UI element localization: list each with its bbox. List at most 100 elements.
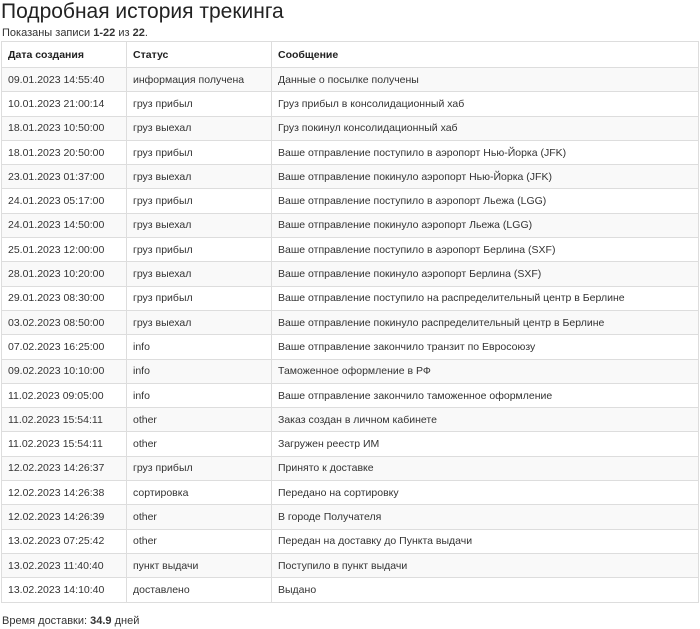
cell-date: 09.01.2023 14:55:40 xyxy=(1,66,127,93)
cell-date: 13.02.2023 11:40:40 xyxy=(1,552,127,579)
cell-status: other xyxy=(126,407,272,433)
cell-message: Груз покинул консолидационный хаб xyxy=(271,115,699,141)
cell-date: 29.01.2023 08:30:00 xyxy=(1,285,127,311)
cell-status: груз прибыл xyxy=(126,139,272,166)
cell-message: Ваше отправление закончило таможенное оф… xyxy=(271,382,699,409)
cell-status: груз выехал xyxy=(126,212,272,239)
cell-date: 23.01.2023 01:37:00 xyxy=(1,164,127,190)
table-row: 18.01.2023 10:50:00 груз выехал Груз покин… xyxy=(1,115,699,141)
cell-message: Ваше отправление поступило в аэропорт Нь… xyxy=(271,139,699,166)
cell-status: груз прибыл xyxy=(126,91,272,117)
cell-message: В городе Получателя xyxy=(271,504,699,530)
cell-status: info xyxy=(126,358,272,384)
table-row: 13.02.2023 14:10:40 доставлено Выдано xyxy=(1,577,699,603)
summary-middle: из xyxy=(115,27,133,39)
tracking-history-table: Дата создания Статус Сообщение 09.01.202… xyxy=(1,41,699,603)
summary-prefix: Показаны записи xyxy=(2,27,94,39)
table-row: 25.01.2023 12:00:00 груз прибыл Ваше отпра… xyxy=(1,237,699,263)
cell-status: other xyxy=(126,504,272,530)
table-row: 24.01.2023 14:50:00 груз выехал Ваше отпра… xyxy=(1,212,699,239)
cell-status: груз прибыл xyxy=(126,188,272,214)
summary-range: 1-22 xyxy=(93,27,116,39)
cell-status: груз прибыл xyxy=(126,285,272,311)
page-title: Подробная история трекинга xyxy=(1,0,284,23)
cell-status: info xyxy=(126,382,272,409)
cell-status: информация получена xyxy=(126,66,272,93)
cell-date: 13.02.2023 14:10:40 xyxy=(1,577,127,603)
cell-date: 13.02.2023 07:25:42 xyxy=(1,528,127,554)
records-summary: Показаны записи 1-22 из 22. xyxy=(0,26,700,41)
table-row: 03.02.2023 08:50:00 груз выехал Ваше отпра… xyxy=(1,309,699,336)
summary-suffix: . xyxy=(144,27,148,39)
cell-message: Таможенное оформление в РФ xyxy=(271,358,699,384)
cell-status: груз выехал xyxy=(126,164,272,190)
cell-message: Ваше отправление покинуло аэропорт Нью-Й… xyxy=(271,164,699,190)
table-row: 11.02.2023 15:54:11 other Заказ создан в л… xyxy=(1,407,699,433)
table-row: 29.01.2023 08:30:00 груз прибыл Ваше отпра… xyxy=(1,285,699,311)
column-header-date: Дата создания xyxy=(1,41,127,68)
cell-message: Выдано xyxy=(271,577,699,603)
table-row: 12.02.2023 14:26:39 other В городе Получат… xyxy=(1,504,699,530)
cell-status: груз выехал xyxy=(126,115,272,141)
table-row: 11.02.2023 09:05:00 info Ваше отправление … xyxy=(1,382,699,409)
cell-date: 12.02.2023 14:26:37 xyxy=(1,455,127,482)
table-row: 23.01.2023 01:37:00 груз выехал Ваше отпра… xyxy=(1,164,699,190)
cell-date: 11.02.2023 15:54:11 xyxy=(1,407,127,433)
cell-date: 03.02.2023 08:50:00 xyxy=(1,309,127,336)
cell-status: сортировка xyxy=(126,480,272,506)
cell-status: доставлено xyxy=(126,577,272,603)
cell-message: Ваше отправление закончило транзит по Ев… xyxy=(271,334,699,360)
cell-message: Ваше отправление покинуло распределитель… xyxy=(271,309,699,336)
tracking-history-page: Подробная история трекинга Показаны запи… xyxy=(0,0,700,603)
cell-date: 18.01.2023 10:50:00 xyxy=(1,115,127,141)
cell-message: Передан на доставку до Пункта выдачи xyxy=(271,528,699,554)
cell-status: груз прибыл xyxy=(126,455,272,482)
table-body: 09.01.2023 14:55:40 информация получена Да… xyxy=(1,66,699,603)
cell-status: other xyxy=(126,528,272,554)
cell-date: 11.02.2023 15:54:11 xyxy=(1,431,127,457)
cell-status: info xyxy=(126,334,272,360)
table-row: 09.02.2023 10:10:00 info Таможенное оформл… xyxy=(1,358,699,384)
table-row: 13.02.2023 11:40:40 пункт выдачи Поступило… xyxy=(1,552,699,579)
cell-status: other xyxy=(126,431,272,457)
column-header-status: Статус xyxy=(126,41,272,68)
delivery-time-unit: дней xyxy=(111,615,140,627)
table-row: 11.02.2023 15:54:11 other Загружен реестр … xyxy=(1,431,699,457)
cell-status: пункт выдачи xyxy=(126,552,272,579)
delivery-time: Время доставки: 34.9 дней xyxy=(2,614,139,628)
cell-date: 25.01.2023 12:00:00 xyxy=(1,237,127,263)
summary-total: 22 xyxy=(132,27,145,39)
column-header-message: Сообщение xyxy=(271,41,699,68)
cell-date: 24.01.2023 05:17:00 xyxy=(1,188,127,214)
table-row: 24.01.2023 05:17:00 груз прибыл Ваше отпра… xyxy=(1,188,699,214)
cell-status: груз выехал xyxy=(126,261,272,287)
table-row: 12.02.2023 14:26:37 груз прибыл Принято к … xyxy=(1,455,699,482)
cell-date: 09.02.2023 10:10:00 xyxy=(1,358,127,384)
table-row: 10.01.2023 21:00:14 груз прибыл Груз прибы… xyxy=(1,91,699,117)
cell-message: Ваше отправление поступило в аэропорт Бе… xyxy=(271,237,699,263)
cell-message: Ваше отправление поступило на распредели… xyxy=(271,285,699,311)
table-row: 09.01.2023 14:55:40 информация получена Да… xyxy=(1,66,699,93)
cell-date: 12.02.2023 14:26:38 xyxy=(1,480,127,506)
cell-message: Ваше отправление покинуло аэропорт Льежа… xyxy=(271,212,699,239)
delivery-time-label: Время доставки: xyxy=(2,615,91,627)
table-row: 12.02.2023 14:26:38 сортировка Передано на… xyxy=(1,480,699,506)
table-row: 13.02.2023 07:25:42 other Передан на доста… xyxy=(1,528,699,554)
delivery-time-value: 34.9 xyxy=(90,615,112,627)
table-row: 07.02.2023 16:25:00 info Ваше отправление … xyxy=(1,334,699,360)
cell-message: Принято к доставке xyxy=(271,455,699,482)
cell-message: Передано на сортировку xyxy=(271,480,699,506)
cell-date: 24.01.2023 14:50:00 xyxy=(1,212,127,239)
cell-message: Ваше отправление покинуло аэропорт Берли… xyxy=(271,261,699,287)
cell-message: Груз прибыл в консолидационный хаб xyxy=(271,91,699,117)
cell-status: груз прибыл xyxy=(126,237,272,263)
table-row: 28.01.2023 10:20:00 груз выехал Ваше отпра… xyxy=(1,261,699,287)
cell-status: груз выехал xyxy=(126,309,272,336)
cell-message: Ваше отправление поступило в аэропорт Ль… xyxy=(271,188,699,214)
cell-date: 18.01.2023 20:50:00 xyxy=(1,139,127,166)
cell-date: 12.02.2023 14:26:39 xyxy=(1,504,127,530)
cell-message: Данные о посылке получены xyxy=(271,66,699,93)
cell-date: 11.02.2023 09:05:00 xyxy=(1,382,127,409)
cell-message: Загружен реестр ИМ xyxy=(271,431,699,457)
cell-date: 07.02.2023 16:25:00 xyxy=(1,334,127,360)
